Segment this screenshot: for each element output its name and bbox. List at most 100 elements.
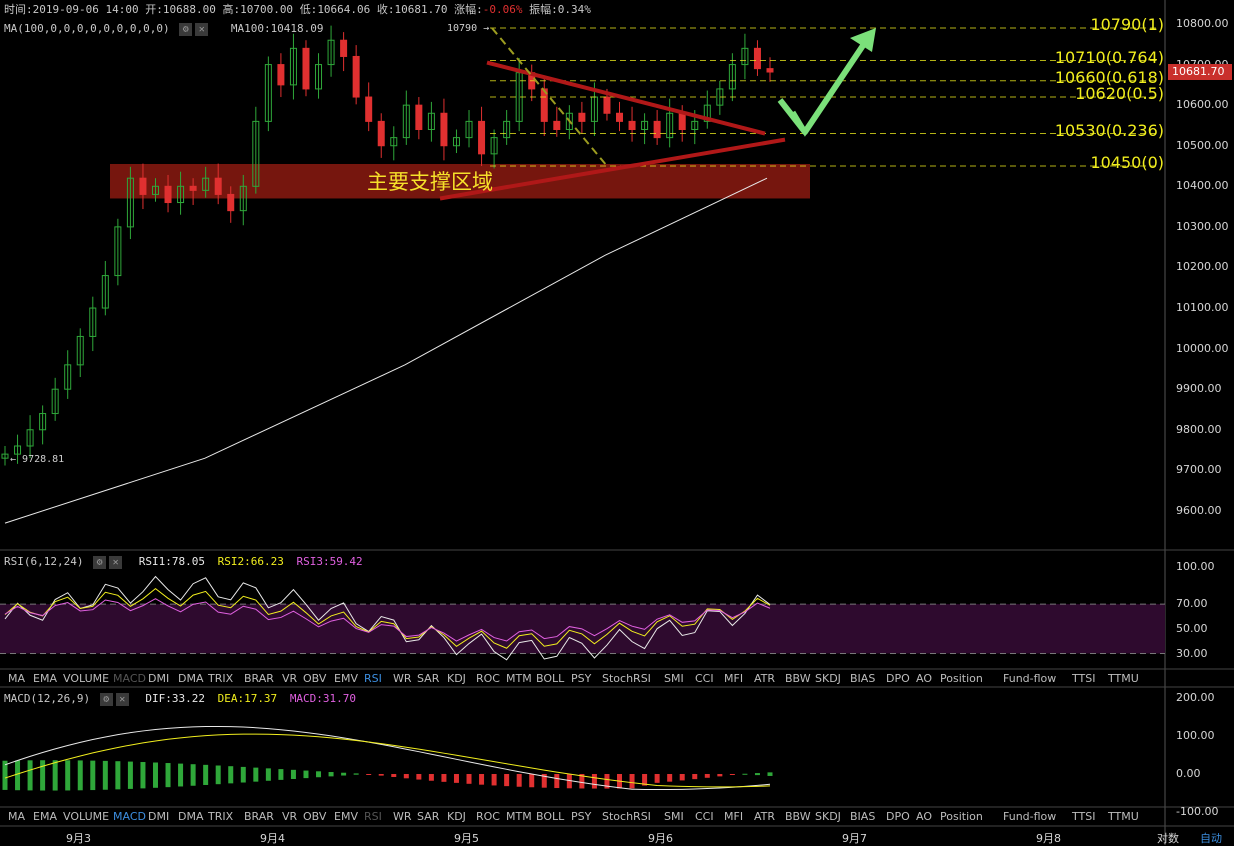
indicator-tab-kdj[interactable]: KDJ [447, 670, 466, 687]
indicator-tab-atr[interactable]: ATR [754, 670, 775, 687]
indicator-tab-psy[interactable]: PSY [571, 670, 591, 687]
indicator-tab-psy[interactable]: PSY [571, 808, 591, 825]
close-icon[interactable]: ✕ [109, 555, 123, 569]
indicator-tab-sar[interactable]: SAR [417, 808, 439, 825]
indicator-tab-ao[interactable]: AO [916, 808, 932, 825]
log-scale-toggle[interactable]: 对数 [1157, 830, 1179, 846]
indicator-tab-wr[interactable]: WR [393, 670, 412, 687]
indicator-tab-bias[interactable]: BIAS [850, 808, 875, 825]
indicator-tab-ttmu[interactable]: TTMU [1108, 808, 1139, 825]
settings-icon[interactable]: ⚙ [99, 692, 113, 706]
indicator-tab-dma[interactable]: DMA [178, 808, 204, 825]
indicator-tab-brar[interactable]: BRAR [244, 670, 274, 687]
indicator-tab-mfi[interactable]: MFI [724, 808, 743, 825]
time-label: 时间: [4, 3, 33, 16]
indicator-tab-bias[interactable]: BIAS [850, 670, 875, 687]
date-tick-label: 9月6 [648, 832, 673, 845]
indicator-tab-stochrsi[interactable]: StochRSI [602, 808, 651, 825]
indicator-tab-fund-flow[interactable]: Fund-flow [1003, 670, 1056, 687]
indicator-tab-macd[interactable]: MACD [113, 670, 146, 687]
indicator-tab-trix[interactable]: TRIX [208, 670, 233, 687]
indicator-tab-volume[interactable]: VOLUME [63, 808, 109, 825]
candle-body [578, 112, 586, 122]
indicator-tab-obv[interactable]: OBV [303, 808, 326, 825]
macd-settings[interactable]: MACD(12,26,9) [4, 692, 90, 705]
auto-scale-toggle[interactable]: 自动 [1200, 830, 1222, 846]
indicator-tabs-macd: MA EMA VOLUME MACD DMI DMA TRIX BRAR VR OBV EMV RSI… [0, 808, 1165, 825]
indicator-tab-vr[interactable]: VR [282, 808, 297, 825]
close-value: 10681.70 [394, 3, 448, 16]
macd-histogram-bar [27, 760, 33, 791]
indicator-tab-skdj[interactable]: SKDJ [815, 670, 841, 687]
indicator-tab-dpo[interactable]: DPO [886, 670, 910, 687]
indicator-tab-smi[interactable]: SMI [664, 670, 684, 687]
macd-histogram-bar [692, 774, 698, 780]
indicator-tab-position[interactable]: Position [940, 670, 983, 687]
indicator-tab-ma[interactable]: MA [8, 808, 25, 825]
macd-value: MACD:31.70 [289, 692, 357, 705]
forecast-arrow-tip [790, 110, 821, 137]
indicator-tab-ttmu[interactable]: TTMU [1108, 670, 1139, 687]
indicator-tab-atr[interactable]: ATR [754, 808, 775, 825]
indicator-tab-cci[interactable]: CCI [695, 808, 714, 825]
indicator-tab-obv[interactable]: OBV [303, 670, 326, 687]
indicator-tab-brar[interactable]: BRAR [244, 808, 274, 825]
macd-histogram-bar [102, 760, 108, 790]
indicator-tab-emv[interactable]: EMV [334, 808, 358, 825]
indicator-tab-roc[interactable]: ROC [476, 670, 500, 687]
close-icon[interactable]: ✕ [195, 22, 209, 36]
indicator-tab-kdj[interactable]: KDJ [447, 808, 466, 825]
indicator-tab-skdj[interactable]: SKDJ [815, 808, 841, 825]
indicator-tab-mfi[interactable]: MFI [724, 670, 743, 687]
macd-histogram-bar [353, 773, 359, 775]
indicator-tab-dpo[interactable]: DPO [886, 808, 910, 825]
indicator-tab-ttsi[interactable]: TTSI [1072, 670, 1095, 687]
macd-histogram-bar [127, 761, 133, 789]
settings-icon[interactable]: ⚙ [93, 555, 107, 569]
indicator-tab-vr[interactable]: VR [282, 670, 297, 687]
indicator-tab-ema[interactable]: EMA [33, 670, 57, 687]
indicator-tab-ma[interactable]: MA [8, 670, 25, 687]
indicator-tab-volume[interactable]: VOLUME [63, 670, 109, 687]
indicator-tab-emv[interactable]: EMV [334, 670, 358, 687]
indicator-tab-wr[interactable]: WR [393, 808, 412, 825]
indicator-tab-sar[interactable]: SAR [417, 670, 439, 687]
indicator-tab-macd[interactable]: MACD [113, 808, 146, 825]
indicator-tab-boll[interactable]: BOLL [536, 808, 564, 825]
indicator-tab-dma[interactable]: DMA [178, 670, 204, 687]
macd-histogram-bar [2, 760, 8, 790]
indicator-tab-stochrsi[interactable]: StochRSI [602, 670, 651, 687]
fib-label: 10530(0.236) [1054, 120, 1164, 140]
candle-body [365, 96, 373, 122]
indicator-tab-bbw[interactable]: BBW [785, 808, 811, 825]
rsi-settings[interactable]: RSI(6,12,24) [4, 555, 83, 568]
change-label: 涨幅: [454, 3, 483, 16]
macd-histogram-bar [629, 774, 635, 789]
ma-value: MA100:10418.09 [230, 22, 324, 35]
indicator-tab-bbw[interactable]: BBW [785, 670, 811, 687]
macd-histogram-bar [391, 774, 397, 778]
indicator-tab-mtm[interactable]: MTM [506, 808, 532, 825]
macd-histogram-bar [767, 772, 773, 776]
low-value: 10664.06 [317, 3, 371, 16]
indicator-tab-roc[interactable]: ROC [476, 808, 500, 825]
indicator-tab-smi[interactable]: SMI [664, 808, 684, 825]
indicator-tab-fund-flow[interactable]: Fund-flow [1003, 808, 1056, 825]
indicator-tab-boll[interactable]: BOLL [536, 670, 564, 687]
indicator-tab-ema[interactable]: EMA [33, 808, 57, 825]
indicator-tab-mtm[interactable]: MTM [506, 670, 532, 687]
settings-icon[interactable]: ⚙ [179, 22, 193, 36]
indicator-tab-cci[interactable]: CCI [695, 670, 714, 687]
indicator-tab-dmi[interactable]: DMI [148, 808, 169, 825]
indicator-tab-position[interactable]: Position [940, 808, 983, 825]
indicator-tab-rsi[interactable]: RSI [364, 808, 382, 825]
high-label: 高: [222, 3, 241, 16]
price-tick-label: 9800.00 [1176, 422, 1222, 436]
indicator-tab-dmi[interactable]: DMI [148, 670, 169, 687]
indicator-tab-ao[interactable]: AO [916, 670, 932, 687]
ma-settings[interactable]: MA(100,0,0,0,0,0,0,0,0,0) [4, 22, 170, 35]
indicator-tab-trix[interactable]: TRIX [208, 808, 233, 825]
close-icon[interactable]: ✕ [115, 692, 129, 706]
indicator-tab-rsi[interactable]: RSI [364, 670, 382, 687]
indicator-tab-ttsi[interactable]: TTSI [1072, 808, 1095, 825]
